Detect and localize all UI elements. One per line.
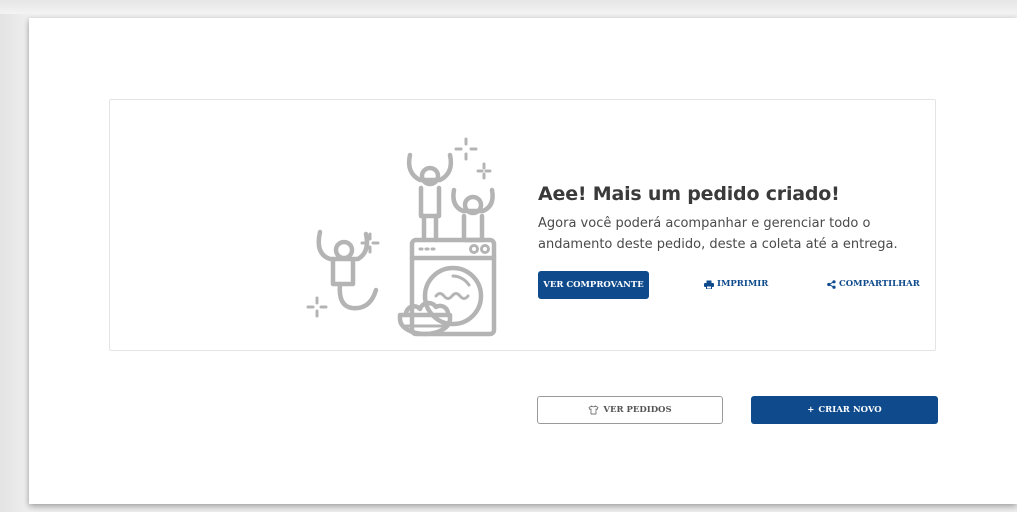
plus-icon: + — [807, 405, 815, 415]
laundry-celebration-illustration — [306, 137, 497, 337]
share-button[interactable]: COMPARTILHAR — [827, 279, 920, 289]
create-new-button[interactable]: + CRIAR NOVO — [751, 396, 938, 424]
content-panel: Aee! Mais um pedido criado! Agora você p… — [29, 18, 1017, 504]
success-description: Agora você poderá acompanhar e gerenciar… — [538, 216, 898, 252]
print-button[interactable]: IMPRIMIR — [704, 279, 768, 289]
view-receipt-button[interactable]: VER COMPROVANTE — [538, 271, 649, 299]
create-new-label: CRIAR NOVO — [818, 405, 882, 415]
success-card: Aee! Mais um pedido criado! Agora você p… — [109, 99, 936, 351]
view-orders-button[interactable]: VER PEDIDOS — [537, 396, 723, 424]
shirt-icon — [588, 405, 599, 415]
success-title: Aee! Mais um pedido criado! — [538, 183, 840, 205]
view-orders-label: VER PEDIDOS — [603, 405, 672, 415]
printer-icon — [704, 280, 714, 289]
print-label: IMPRIMIR — [717, 279, 769, 289]
page-background-top — [0, 0, 1017, 14]
view-receipt-label: VER COMPROVANTE — [543, 280, 644, 290]
share-label: COMPARTILHAR — [839, 279, 920, 289]
share-icon — [827, 279, 836, 289]
